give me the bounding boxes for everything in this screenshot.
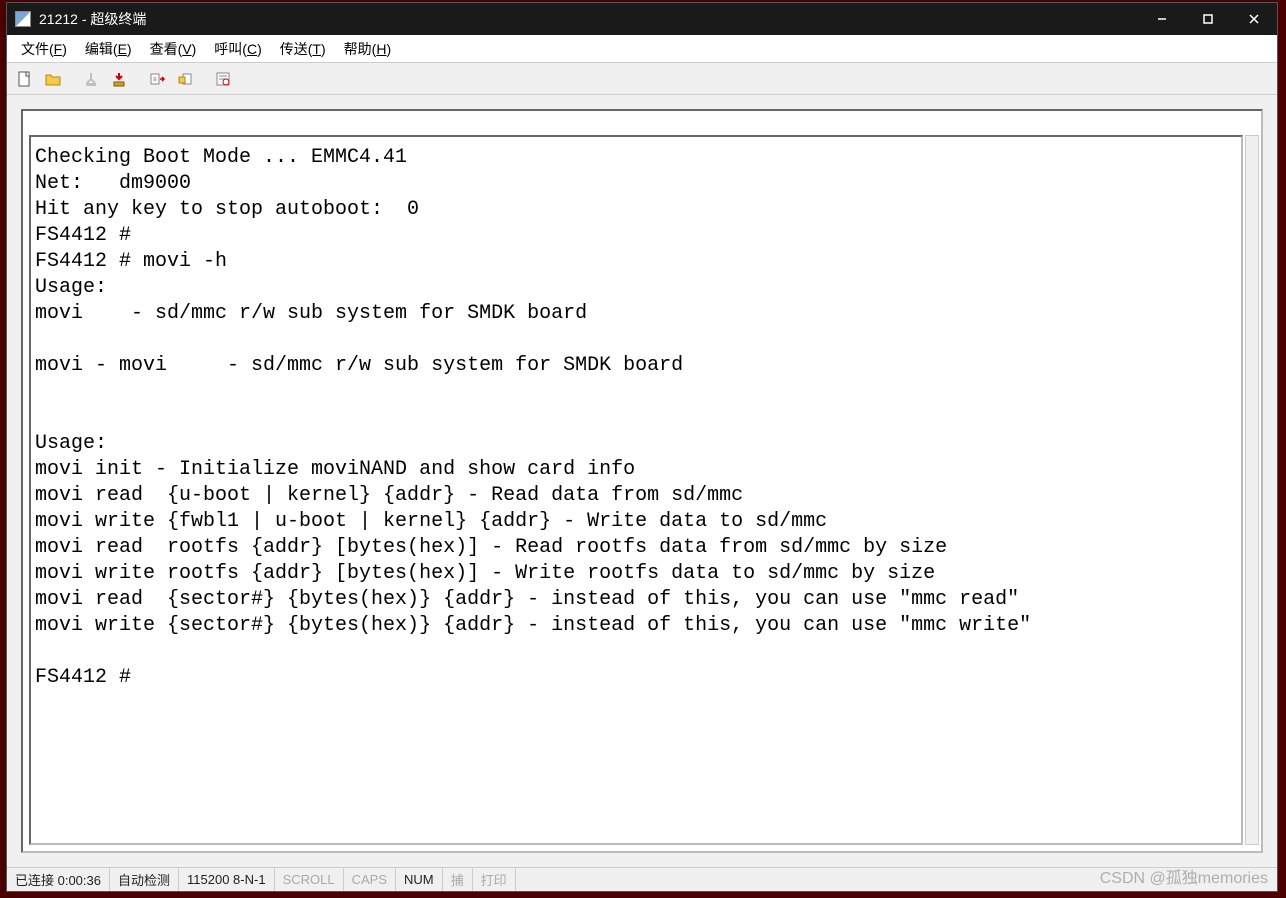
open-button[interactable] [41,67,65,91]
status-bar: 已连接 0:00:36 自动检测 115200 8-N-1 SCROLL CAP… [7,867,1277,891]
title-bar: 21212 - 超级终端 [7,3,1277,35]
connect-button[interactable] [79,67,103,91]
window-title: 21212 - 超级终端 [39,9,1139,29]
send-icon: ≡ [148,70,166,88]
app-icon [15,11,31,27]
properties-icon [214,70,232,88]
app-window: 21212 - 超级终端 文件(F) 编辑(E) 查看(V) 呼叫(C) 传送(… [6,2,1278,892]
new-file-icon [16,70,34,88]
status-connection: 已连接 0:00:36 [7,868,110,891]
menu-edit[interactable]: 编辑(E) [77,37,140,61]
send-button[interactable]: ≡ [145,67,169,91]
status-port: 115200 8-N-1 [179,868,275,891]
receive-icon [176,70,194,88]
status-scroll: SCROLL [275,868,344,891]
svg-text:≡: ≡ [153,77,157,83]
toolbar: ≡ [7,63,1277,95]
receive-button[interactable] [173,67,197,91]
terminal-pane[interactable]: Checking Boot Mode ... EMMC4.41 Net: dm9… [29,135,1243,845]
vertical-scrollbar[interactable] [1245,135,1259,845]
status-caps: CAPS [344,868,396,891]
new-file-button[interactable] [13,67,37,91]
disconnect-icon [110,70,128,88]
maximize-button[interactable] [1185,3,1231,35]
menu-transfer[interactable]: 传送(T) [272,37,334,61]
menu-help[interactable]: 帮助(H) [336,37,399,61]
status-capture: 捕 [443,868,473,891]
status-autodetect: 自动检测 [110,868,179,891]
status-print: 打印 [473,868,516,891]
close-button[interactable] [1231,3,1277,35]
menu-call[interactable]: 呼叫(C) [206,37,269,61]
status-num: NUM [396,868,443,891]
properties-button[interactable] [211,67,235,91]
menu-file[interactable]: 文件(F) [13,37,75,61]
window-controls [1139,3,1277,35]
disconnect-button[interactable] [107,67,131,91]
minimize-button[interactable] [1139,3,1185,35]
open-folder-icon [44,70,62,88]
menu-bar: 文件(F) 编辑(E) 查看(V) 呼叫(C) 传送(T) 帮助(H) [7,35,1277,63]
menu-view[interactable]: 查看(V) [142,37,205,61]
terminal-output: Checking Boot Mode ... EMMC4.41 Net: dm9… [35,145,1237,691]
content-frame: Checking Boot Mode ... EMMC4.41 Net: dm9… [21,109,1263,853]
connect-icon [82,70,100,88]
